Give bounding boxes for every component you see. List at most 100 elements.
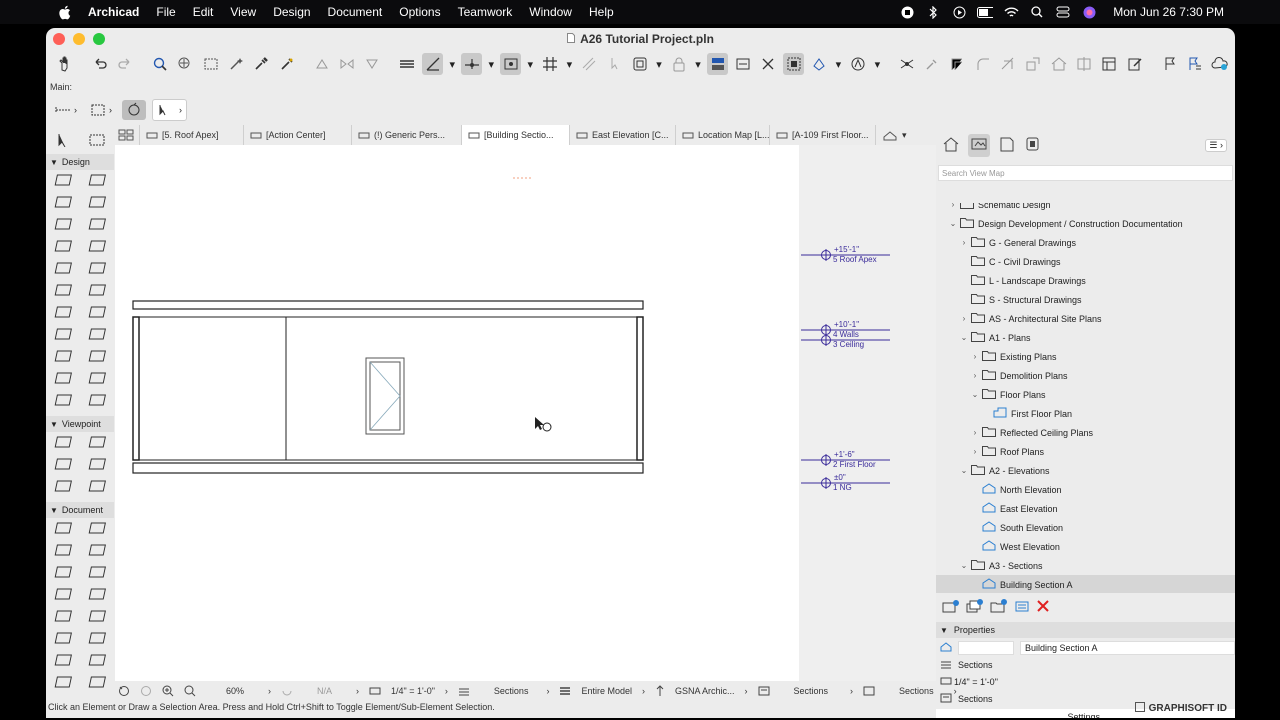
chevron-down-icon[interactable]: ▾ — [693, 53, 703, 75]
object-tool-icon[interactable] — [54, 348, 72, 367]
tab-4[interactable]: [Building Sectio... — [462, 125, 570, 145]
level-marker[interactable]: +10'-1"4 Walls — [801, 320, 890, 339]
door-tool-icon[interactable] — [88, 260, 106, 279]
radial-dimension-tool-icon[interactable] — [54, 542, 72, 561]
split-icon[interactable] — [896, 53, 917, 75]
record-icon[interactable] — [899, 5, 915, 19]
rotate-icon[interactable] — [122, 100, 146, 120]
design-section-header[interactable]: ▼ Design — [46, 154, 114, 170]
angle-dimension-tool-icon[interactable] — [88, 542, 106, 561]
chevron-down-icon[interactable]: ⌄ — [970, 390, 980, 399]
tab-3[interactable]: (!) Generic Pers... — [352, 125, 462, 145]
hatch-icon[interactable] — [578, 53, 599, 75]
zoom-window-button[interactable] — [93, 33, 105, 45]
view-map-item[interactable]: L - Landscape Drawings — [936, 271, 1235, 290]
magic-wand-icon[interactable] — [225, 53, 246, 75]
zoom-value[interactable]: 60% — [226, 686, 244, 696]
new-folder-icon[interactable] — [990, 598, 1008, 616]
view-map-item[interactable]: West Elevation — [936, 537, 1235, 556]
shell-tool-icon[interactable] — [88, 216, 106, 235]
shading-icon[interactable] — [847, 53, 868, 75]
wifi-icon[interactable] — [1003, 5, 1019, 19]
section-canvas[interactable]: +15'-1" 5 Roof Apex +10'-1" 4 Walls 3 Ceilin… — [115, 145, 936, 681]
pan-icon[interactable] — [54, 53, 75, 75]
view-map-item[interactable]: First Floor Plan — [936, 404, 1235, 423]
chevron-right-icon[interactable]: › — [970, 447, 980, 456]
chevron-down-icon[interactable]: ▾ — [525, 53, 535, 75]
tab-5[interactable]: East Elevation [C... — [570, 125, 676, 145]
view-map-item[interactable]: ⌄ A1 - Plans — [936, 328, 1235, 347]
view-settings-icon[interactable] — [1014, 599, 1030, 616]
menu-design[interactable]: Design — [273, 5, 310, 19]
offset-icon[interactable] — [947, 53, 968, 75]
dimension-value[interactable]: Sections — [899, 686, 934, 696]
tab-overview-icon[interactable] — [114, 125, 140, 145]
siri-icon[interactable] — [1081, 5, 1097, 19]
scale-value[interactable]: 1/4" = 1'-0" — [954, 677, 998, 687]
polyline-tool-icon[interactable] — [88, 630, 106, 649]
chevron-right-icon[interactable]: › — [970, 428, 980, 437]
circle-tool-icon[interactable] — [54, 630, 72, 649]
curtain-wall-tool-icon[interactable] — [54, 260, 72, 279]
mesh-tool-icon[interactable] — [88, 304, 106, 323]
chevron-down-icon[interactable]: ▾ — [654, 53, 664, 75]
elevation-tool-icon[interactable] — [88, 434, 106, 453]
opening-tool-icon[interactable] — [54, 304, 72, 323]
wall-tool-icon[interactable] — [54, 172, 72, 191]
project-map-icon[interactable] — [942, 136, 960, 155]
level-marker[interactable]: ±0"1 NG — [801, 473, 890, 492]
section-tool-icon[interactable] — [54, 434, 72, 453]
model-view-option[interactable]: Sections — [958, 694, 993, 704]
view-map-item[interactable]: ⌄ Design Development / Construction Docum… — [936, 214, 1235, 233]
rotation-angle[interactable]: N/A — [317, 686, 332, 696]
chevron-right-icon[interactable]: › — [970, 371, 980, 380]
tab-1[interactable]: [5. Roof Apex] — [140, 125, 244, 145]
syringe-icon[interactable] — [276, 53, 297, 75]
stair-tool-icon[interactable] — [54, 238, 72, 257]
menu-view[interactable]: View — [230, 5, 256, 19]
level-dimension-tool-icon[interactable] — [88, 520, 106, 539]
menu-help[interactable]: Help — [589, 5, 614, 19]
menu-app[interactable]: Archicad — [88, 5, 139, 19]
close-window-button[interactable] — [53, 33, 65, 45]
show-trace-icon[interactable] — [732, 53, 753, 75]
delete-icon[interactable] — [1036, 599, 1050, 616]
menubar-clock[interactable]: Mon Jun 26 7:30 PM — [1113, 5, 1224, 19]
lamp-tool-icon[interactable] — [88, 348, 106, 367]
find-select-icon[interactable] — [149, 53, 170, 75]
view-map-item[interactable]: ⌄ A2 - Elevations — [936, 461, 1235, 480]
zoom-out-previous-icon[interactable] — [118, 685, 130, 697]
snap-points-icon[interactable] — [500, 53, 522, 75]
edit-icon[interactable] — [1124, 53, 1145, 75]
bluetooth-icon[interactable] — [925, 5, 941, 19]
view-map-search[interactable]: Search View Map — [938, 165, 1233, 181]
view-map-item[interactable]: Building Section A — [936, 575, 1235, 593]
level-marker[interactable]: +1'-6"2 First Floor — [801, 450, 890, 469]
bimcloud-icon[interactable] — [1210, 53, 1231, 75]
camera-tool-icon[interactable] — [88, 478, 106, 497]
corner-window-tool-icon[interactable] — [88, 392, 106, 411]
fill-tool-icon[interactable] — [54, 608, 72, 627]
text-tool-icon[interactable] — [54, 564, 72, 583]
view-map-item[interactable]: East Elevation — [936, 499, 1235, 518]
clone-view-icon[interactable] — [966, 598, 984, 616]
menu-file[interactable]: File — [156, 5, 175, 19]
triangle-down-icon[interactable] — [362, 53, 383, 75]
split-view-icon[interactable] — [1073, 53, 1094, 75]
issue-icon[interactable] — [1184, 53, 1205, 75]
layer-combination[interactable]: Sections — [958, 660, 993, 670]
view-map-item[interactable]: › Demolition Plans — [936, 366, 1235, 385]
chevron-right-icon[interactable]: › — [959, 314, 969, 323]
redo-icon[interactable] — [114, 53, 135, 75]
skylight-tool-icon[interactable] — [88, 282, 106, 301]
triangle-up-icon[interactable] — [311, 53, 332, 75]
beam-column-tool-icon[interactable] — [54, 370, 72, 389]
zoom-in-icon[interactable] — [162, 685, 174, 697]
slab-tool-icon[interactable] — [88, 194, 106, 213]
menu-document[interactable]: Document — [328, 5, 383, 19]
tab-overflow-button[interactable]: ▾ — [876, 125, 913, 145]
zoom-tool-icon[interactable] — [175, 53, 196, 75]
tab-7[interactable]: [A-109 First Floor... — [770, 125, 876, 145]
beam-tool-icon[interactable] — [54, 194, 72, 213]
marquee-icon[interactable] — [200, 53, 221, 75]
